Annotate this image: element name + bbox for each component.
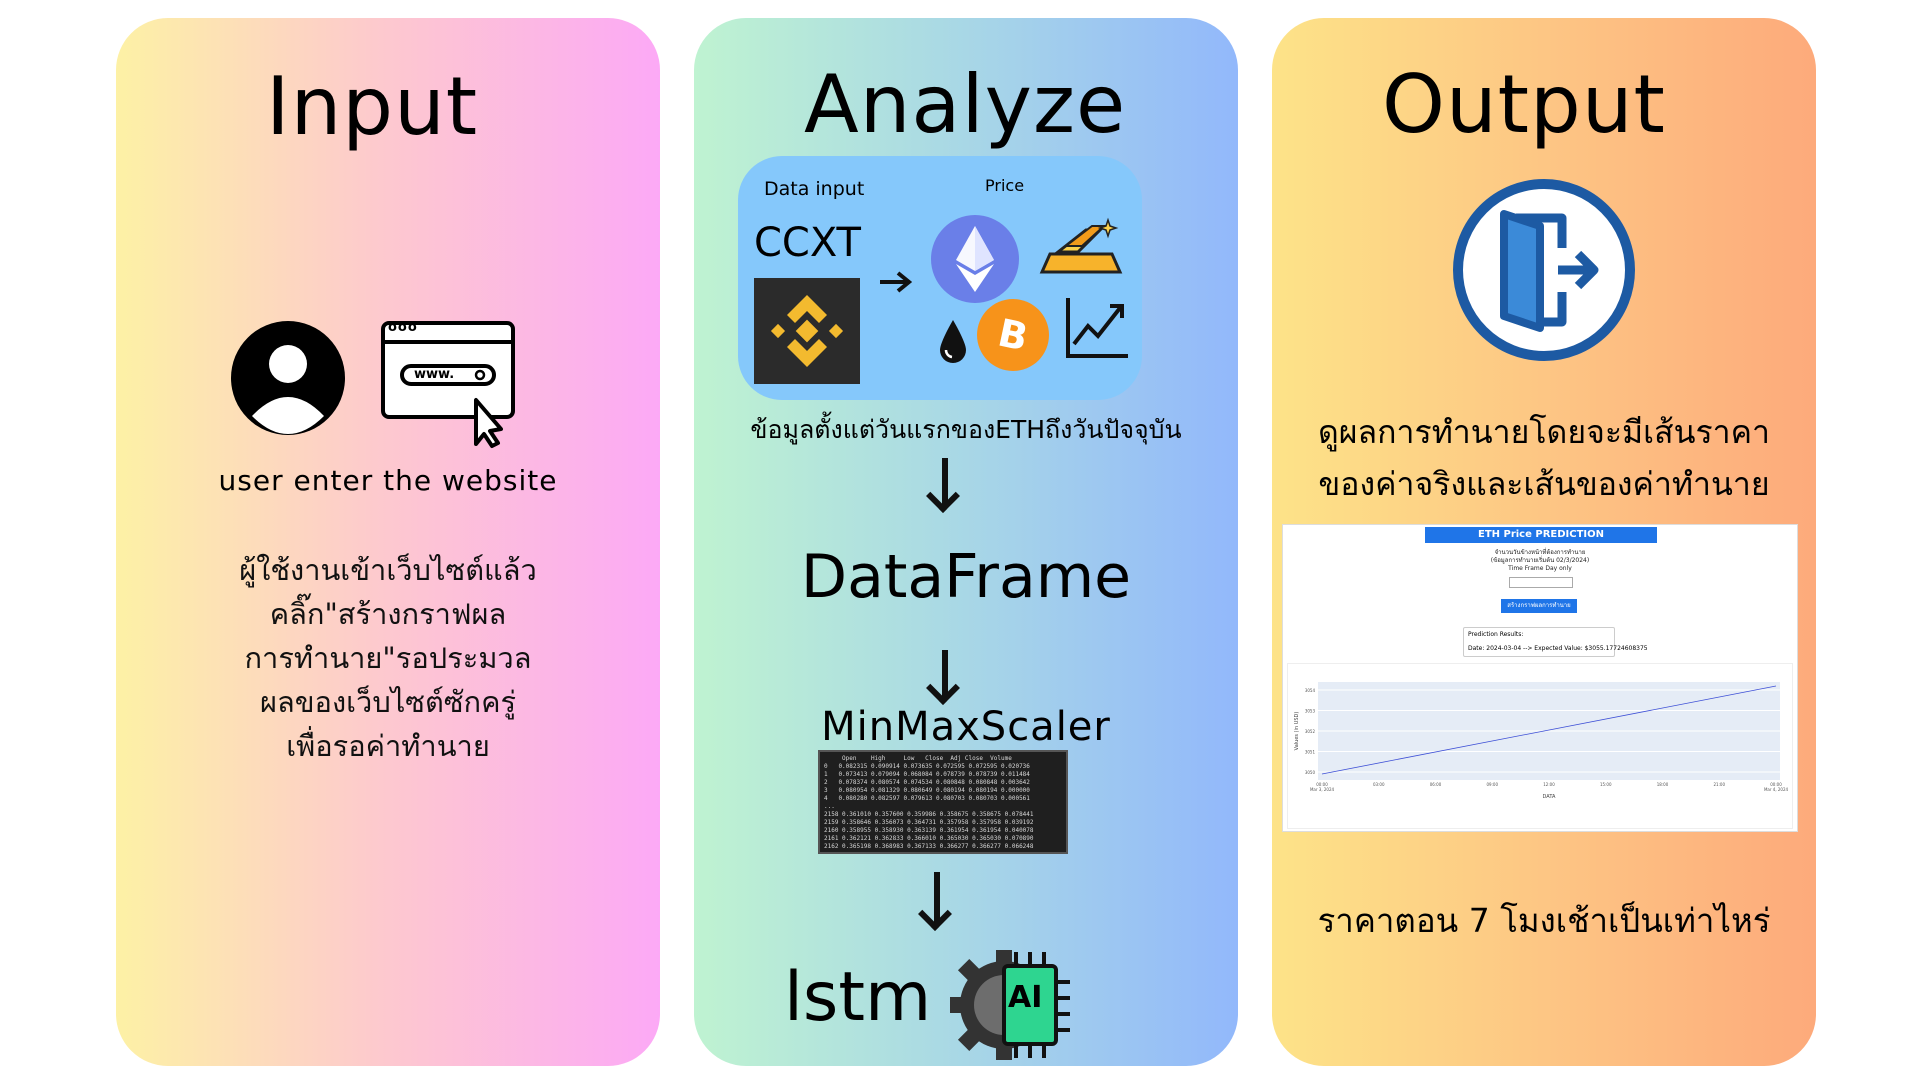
app-header: ETH Price PREDICTION	[1425, 527, 1657, 543]
table-row: 0 0.082315 0.090914 0.073635 0.072595 0.…	[824, 763, 1030, 770]
bitcoin-icon: B	[977, 299, 1049, 371]
x-tick-label: 06:00	[1430, 782, 1442, 787]
table-row: 2158 0.361010 0.357600 0.359986 0.358675…	[824, 811, 1034, 818]
lstm-label: lstm	[784, 958, 932, 1037]
thai-line: ของค่าจริงและเส้นของค่าทำนาย	[1318, 465, 1770, 503]
prediction-results-box: Prediction Results: Date: 2024-03-04 -->…	[1463, 627, 1648, 657]
x-tick-label: 09:00	[1486, 782, 1498, 787]
prediction-chart: 3054 3053 3052 3051 3050 00:00 03:00 06:00 09:00…	[1287, 663, 1793, 829]
down-arrow-1	[942, 458, 948, 506]
input-caption: user enter the website	[218, 464, 558, 497]
x-axis-label: DATA	[1543, 794, 1556, 800]
prediction-app-screenshot: ETH Price PREDICTION จำนวนวันข้างหน้าที่…	[1282, 524, 1798, 832]
table-row: 2161 0.362121 0.362833 0.366010 0.365030…	[824, 835, 1034, 842]
table-row: 2159 0.358646 0.356073 0.364731 0.357958…	[824, 819, 1034, 826]
prediction-chart-svg: 3054305330523051305000:00 03:00 06:00 09:00…	[1294, 682, 1789, 800]
data-source-box: Data input Price CCXT B	[738, 156, 1142, 400]
ccxt-label: CCXT	[754, 220, 861, 266]
output-title: Output	[1382, 58, 1666, 151]
thai-line: การทำนาย"รอประมวล	[244, 641, 532, 675]
y-tick-label: 3050	[1305, 770, 1316, 775]
table-body: 0 0.082315 0.090914 0.073635 0.072595 0.…	[820, 763, 1066, 851]
table-row: 3 0.080954 0.081329 0.080649 0.080194 0.…	[824, 787, 1030, 794]
input-title: Input	[266, 60, 479, 153]
input-thai-description: ผู้ใช้งานเข้าเว็บไซต์แล้ว คลิ๊ก"สร้างกรา…	[116, 548, 660, 768]
thai-line: เพื่อรอค่าทำนาย	[286, 729, 490, 763]
dataframe-label: DataFrame	[800, 542, 1132, 612]
output-panel: Output ดูผลการทำนายโดยจะมีเส้นราคา ของค่…	[1272, 18, 1816, 1066]
y-axis-label: Values (in USD)	[1294, 712, 1300, 751]
thai-line: ผลของเว็บไซต์ซักครู่	[259, 685, 517, 719]
data-input-label: Data input	[764, 178, 865, 200]
y-tick-label: 3054	[1305, 688, 1316, 693]
x-tick-label: 21:00	[1713, 782, 1725, 787]
gold-bars-icon	[1039, 217, 1123, 274]
create-graph-button[interactable]: สร้างกราฟผลการทำนาย	[1501, 599, 1577, 613]
y-tick-label: 3051	[1305, 750, 1316, 755]
oil-drop-icon	[940, 320, 966, 363]
thai-line: ผู้ใช้งานเข้าเว็บไซต์แล้ว	[239, 553, 537, 587]
y-tick-label: 3052	[1305, 729, 1316, 734]
x-tick-label: 03:00	[1373, 782, 1385, 787]
results-text: Date: 2024-03-04 --> Expected Value: $30…	[1468, 645, 1648, 652]
form-line: Time Frame Day only	[1508, 565, 1572, 572]
x-last-date: Mar 4, 2024	[1764, 787, 1789, 792]
input-panel: Input ooo www. user enter the website ผู…	[116, 18, 660, 1066]
days-input[interactable]	[1509, 577, 1573, 588]
app-form-text: จำนวนวันข้างหน้าที่ต้องการทำนาย (ข้อมูลก…	[1283, 549, 1797, 573]
output-question: ราคาตอน 7 โมงเช้าเป็นเท่าไหร่	[1317, 901, 1771, 940]
browser-url-text: www.	[414, 367, 455, 382]
x-tick-label: 18:00	[1657, 782, 1669, 787]
thai-line: ดูผลการทำนายโดยจะมีเส้นราคา	[1318, 413, 1770, 451]
price-label: Price	[985, 176, 1025, 195]
scaled-data-table: Open High Low Close Adj Close Volume 0 0…	[818, 750, 1068, 854]
exit-door-icon	[1453, 179, 1635, 361]
table-row: 2160 0.358955 0.358930 0.363139 0.361954…	[824, 827, 1034, 834]
x-tick-label: 15:00	[1600, 782, 1612, 787]
scaler-label: MinMaxScaler	[821, 704, 1111, 750]
results-title: Prediction Results:	[1468, 631, 1524, 638]
table-row: 1 0.073413 0.079094 0.068084 0.078739 0.…	[824, 771, 1030, 778]
binance-logo-icon	[754, 278, 860, 384]
down-arrow-3	[934, 872, 940, 924]
browser-dots: ooo	[388, 320, 418, 335]
x-tick-label: 12:00	[1543, 782, 1555, 787]
table-header: Open High Low Close Adj Close Volume	[824, 755, 1012, 762]
analyze-title: Analyze	[804, 58, 1127, 151]
form-line: จำนวนวันข้างหน้าที่ต้องการทำนาย	[1494, 549, 1586, 556]
stock-chart-icon	[1066, 298, 1128, 358]
table-row: 2 0.078374 0.080574 0.074534 0.080848 0.…	[824, 779, 1030, 786]
output-thai-description: ดูผลการทำนายโดยจะมีเส้นราคา ของค่าจริงแล…	[1272, 406, 1816, 510]
table-row: 2162 0.365198 0.368983 0.367133 0.366277…	[824, 843, 1034, 850]
analyze-thai-caption: ข้อมูลตั้งแต่วันแรกของETHถึงวันปัจจุบัน	[750, 415, 1182, 444]
form-line: (ข้อมูลการทำนายเริ่มต้น 02/3/2024)	[1490, 557, 1590, 564]
ethereum-icon	[931, 215, 1019, 303]
thai-line: คลิ๊ก"สร้างกราฟผล	[269, 597, 507, 631]
table-row: 4 0.080280 0.082597 0.079613 0.080703 0.…	[824, 795, 1030, 802]
x-first-date: Mar 3, 2024	[1310, 787, 1335, 792]
right-arrow-icon	[880, 271, 912, 293]
table-row: ...	[824, 803, 835, 810]
y-tick-label: 3053	[1305, 709, 1316, 714]
analyze-panel: Analyze Data input Price CCXT B ข้อมูลตั…	[694, 18, 1238, 1066]
browser-window-icon: ooo www.	[380, 320, 515, 448]
ai-label: AI	[1008, 980, 1043, 1015]
down-arrow-2	[942, 650, 948, 698]
user-avatar-icon	[231, 321, 345, 435]
